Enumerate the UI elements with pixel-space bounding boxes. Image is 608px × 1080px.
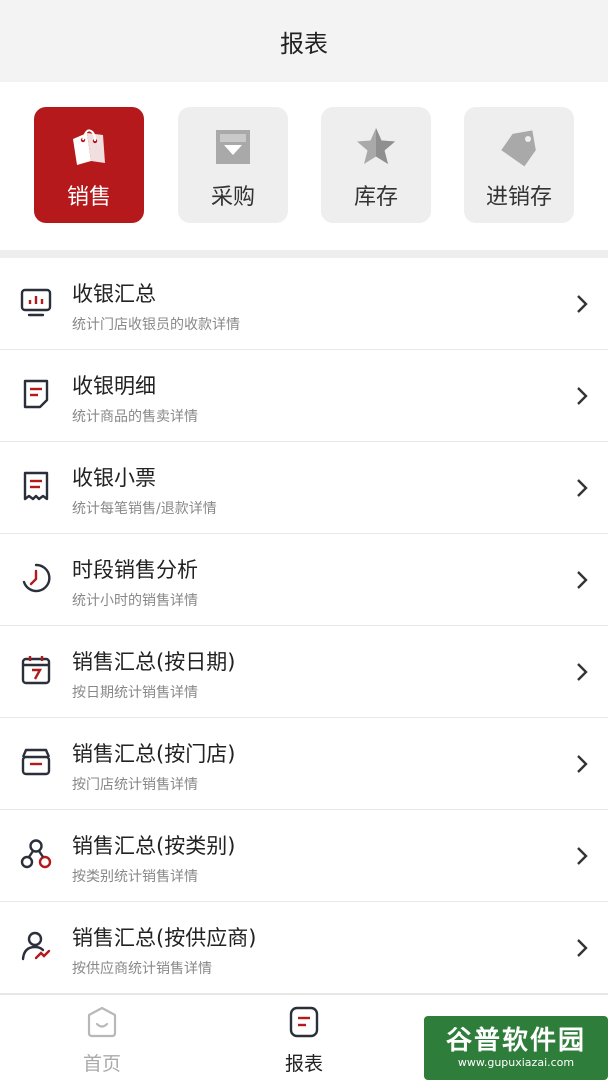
report-subtitle: 统计商品的售卖详情 [72, 409, 198, 425]
report-subtitle: 统计门店收银员的收款详情 [72, 317, 240, 333]
document-icon [18, 376, 54, 412]
report-subtitle: 按供应商统计销售详情 [72, 961, 212, 977]
report-subtitle: 统计每笔销售/退款详情 [72, 501, 217, 517]
chevron-right-icon [572, 842, 592, 870]
report-subtitle: 按类别统计销售详情 [72, 869, 198, 885]
watermark-title: 谷普软件园 [445, 1026, 586, 1056]
tab-reports[interactable]: 报表 [244, 1005, 364, 1076]
category-label: 采购 [210, 185, 255, 210]
download-box-icon [211, 125, 255, 169]
report-row-hourly-sales[interactable]: 时段销售分析 统计小时的销售详情 [0, 534, 608, 626]
report-icon [287, 1005, 321, 1043]
receipt-icon [18, 468, 54, 504]
section-divider [0, 250, 608, 258]
report-row-sales-by-supplier[interactable]: 销售汇总(按供应商) 按供应商统计销售详情 [0, 902, 608, 994]
calendar-icon [18, 652, 54, 688]
star-icon [354, 125, 398, 169]
report-row-sales-by-store[interactable]: 销售汇总(按门店) 按门店统计销售详情 [0, 718, 608, 810]
shopping-tags-icon [67, 125, 111, 169]
report-title: 销售汇总(按日期) [72, 650, 236, 674]
chevron-right-icon [572, 566, 592, 594]
store-icon [18, 744, 54, 780]
category-label: 库存 [353, 185, 398, 210]
category-nodes-icon [18, 836, 54, 872]
report-row-sales-by-date[interactable]: 销售汇总(按日期) 按日期统计销售详情 [0, 626, 608, 718]
chevron-right-icon [572, 750, 592, 778]
report-subtitle: 按门店统计销售详情 [72, 777, 198, 793]
page-title: 报表 [280, 29, 328, 58]
chevron-right-icon [572, 474, 592, 502]
supplier-user-icon [18, 928, 54, 964]
category-label: 进销存 [485, 185, 552, 210]
price-tag-icon [497, 125, 541, 169]
category-label: 销售 [66, 185, 111, 210]
clock-icon [18, 560, 54, 596]
watermark-url: www.gupuxiazai.com [457, 1056, 575, 1069]
report-title: 收银小票 [72, 466, 156, 490]
report-row-cashier-receipt[interactable]: 收银小票 统计每笔销售/退款详情 [0, 442, 608, 534]
report-subtitle: 按日期统计销售详情 [72, 685, 198, 701]
chevron-right-icon [572, 382, 592, 410]
report-list: 收银汇总 统计门店收银员的收款详情 收银明细 统计商品的售卖详情 收银小票 统计… [0, 258, 608, 994]
tab-home[interactable]: 首页 [42, 1005, 162, 1076]
top-bar: 报表 [0, 0, 608, 82]
report-title: 销售汇总(按供应商) [72, 926, 257, 950]
report-title: 时段销售分析 [72, 558, 198, 582]
category-inventory-flow[interactable]: 进销存 [464, 107, 574, 223]
tab-label: 报表 [284, 1053, 323, 1075]
monitor-chart-icon [18, 284, 54, 320]
report-subtitle: 统计小时的销售详情 [72, 593, 198, 609]
category-tiles: 销售 采购 库存 进销存 [0, 82, 608, 250]
site-watermark-logo: 谷普软件园 www.gupuxiazai.com [424, 1016, 608, 1080]
report-row-cashier-summary[interactable]: 收银汇总 统计门店收银员的收款详情 [0, 258, 608, 350]
chevron-right-icon [572, 658, 592, 686]
chevron-right-icon [572, 290, 592, 318]
category-inventory[interactable]: 库存 [321, 107, 431, 223]
report-title: 收银明细 [72, 374, 156, 398]
tab-label: 首页 [82, 1053, 121, 1075]
report-title: 销售汇总(按门店) [72, 742, 236, 766]
chevron-right-icon [572, 934, 592, 962]
category-sales[interactable]: 销售 [34, 107, 144, 223]
report-row-sales-by-category[interactable]: 销售汇总(按类别) 按类别统计销售详情 [0, 810, 608, 902]
report-title: 销售汇总(按类别) [72, 834, 236, 858]
report-row-cashier-detail[interactable]: 收银明细 统计商品的售卖详情 [0, 350, 608, 442]
home-icon [85, 1005, 119, 1043]
category-purchase[interactable]: 采购 [178, 107, 288, 223]
report-title: 收银汇总 [72, 282, 156, 306]
